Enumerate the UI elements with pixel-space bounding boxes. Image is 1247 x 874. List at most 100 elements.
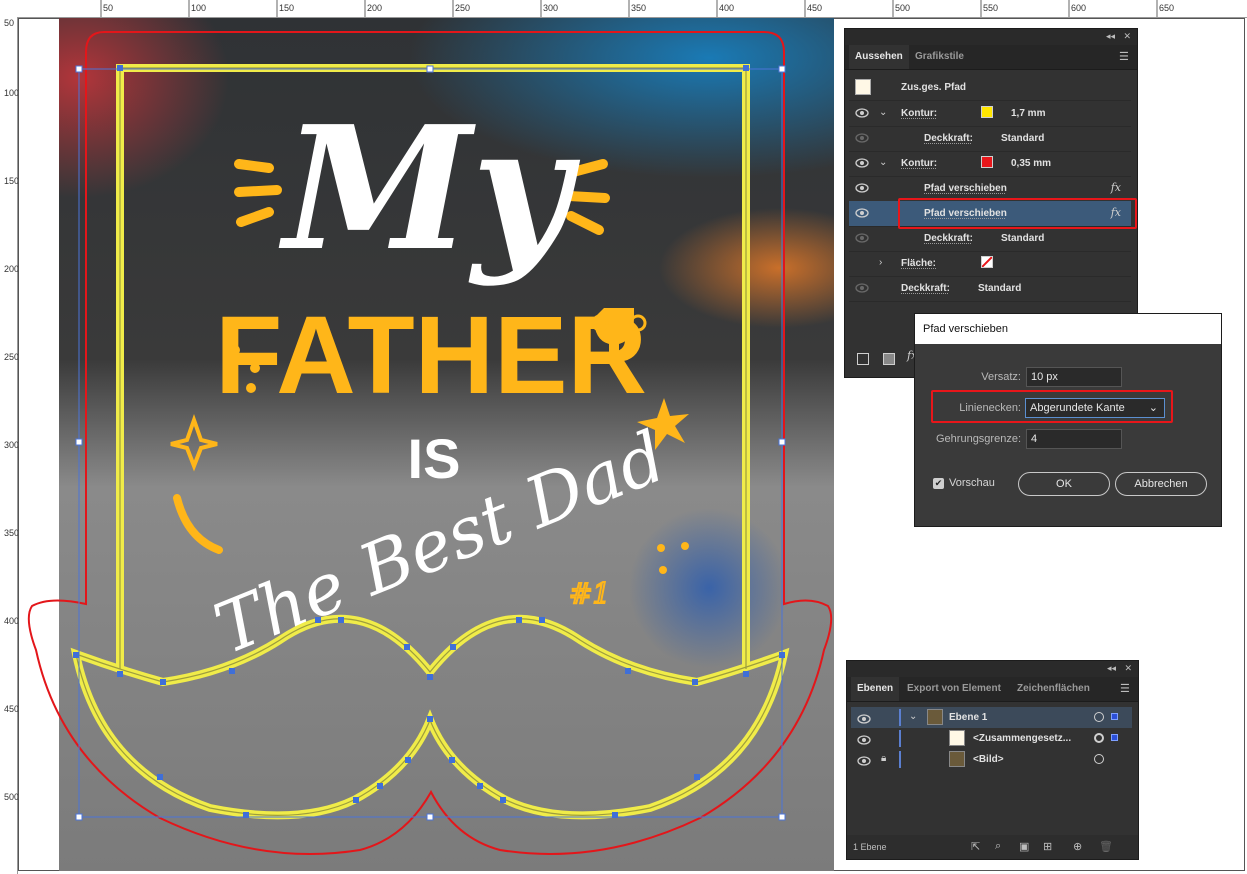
fill-none-swatch[interactable] xyxy=(981,256,993,268)
clip-mask-icon[interactable]: ▣ xyxy=(1019,840,1029,853)
layer-name[interactable]: <Zusammengesetz... xyxy=(973,733,1071,744)
panel-grip[interactable]: ◂◂ ✕ xyxy=(845,29,1137,45)
miter-input[interactable]: 4 xyxy=(1026,429,1122,449)
search-icon[interactable]: ⌕ xyxy=(995,840,1001,853)
horizontal-ruler[interactable]: 50 100 150 200 250 300 350 400 450 500 5… xyxy=(0,0,1247,18)
eye-icon[interactable] xyxy=(857,714,871,724)
appearance-row-stroke[interactable]: ⌄ Kontur: 0,35 mm xyxy=(849,151,1131,177)
swoosh-decoration xyxy=(173,494,223,554)
preview-label[interactable]: Vorschau xyxy=(949,477,995,489)
stroke-weight[interactable]: 1,7 mm xyxy=(1011,108,1045,119)
placed-image[interactable]: My FATHER IS The Best Dad #1 xyxy=(59,18,834,871)
object-thumbnail xyxy=(855,79,871,95)
ruler-label: 250 xyxy=(455,3,471,13)
ruler-label: 100 xyxy=(191,3,207,13)
layer-row[interactable]: ⌄ Ebene 1 xyxy=(851,707,1132,728)
chevron-right-icon[interactable]: › xyxy=(879,257,882,268)
close-icon[interactable]: ✕ xyxy=(1123,31,1131,42)
chevron-down-icon[interactable]: ⌄ xyxy=(879,157,887,168)
eye-icon[interactable] xyxy=(857,735,871,745)
panel-grip[interactable]: ◂◂ ✕ xyxy=(847,661,1138,677)
eye-icon[interactable] xyxy=(855,133,869,143)
chevron-down-icon[interactable]: ⌄ xyxy=(879,107,887,118)
ruler-label: 450 xyxy=(4,704,20,714)
ruler-label: 550 xyxy=(983,3,999,13)
stroke-swatch[interactable] xyxy=(981,156,993,168)
add-fill-icon[interactable] xyxy=(883,353,895,365)
fx-icon[interactable]: fx xyxy=(1111,181,1121,194)
ruler-label: 200 xyxy=(4,264,20,274)
new-sublayer-icon[interactable]: ⊞ xyxy=(1043,840,1052,853)
stroke-swatch[interactable] xyxy=(981,106,993,118)
appearance-row-opacity[interactable]: Deckkraft: Standard xyxy=(849,126,1131,152)
panel-menu-icon[interactable]: ☰ xyxy=(1120,682,1132,695)
effect-label[interactable]: Pfad verschieben xyxy=(924,183,1007,194)
opacity-value: Standard xyxy=(978,283,1022,294)
opacity-value: Standard xyxy=(1001,133,1045,144)
stroke-weight[interactable]: 0,35 mm xyxy=(1011,158,1051,169)
stroke-label[interactable]: Kontur: xyxy=(901,108,937,119)
selection-indicator[interactable] xyxy=(1111,734,1118,741)
fill-label[interactable]: Fläche: xyxy=(901,258,936,269)
appearance-object-row[interactable]: Zus.ges. Pfad xyxy=(849,75,1131,101)
object-label: Zus.ges. Pfad xyxy=(901,82,967,93)
number-one-badge: #1 xyxy=(569,577,610,610)
dialog-title[interactable]: Pfad verschieben xyxy=(915,314,1221,344)
sparkle-icon xyxy=(170,413,218,472)
highlight-box xyxy=(931,390,1173,423)
stroke-label[interactable]: Kontur: xyxy=(901,158,937,169)
appearance-row-fill[interactable]: › Fläche: xyxy=(849,251,1131,277)
offset-input[interactable]: 10 px xyxy=(1026,367,1122,387)
export-icon[interactable]: ⇱ xyxy=(971,840,980,853)
tab-aussehen[interactable]: Aussehen xyxy=(849,45,909,69)
eye-icon[interactable] xyxy=(857,756,871,766)
tab-zeichenflaechen[interactable]: Zeichenflächen xyxy=(1011,677,1096,701)
appearance-row-stroke[interactable]: ⌄ Kontur: 1,7 mm xyxy=(849,101,1131,127)
chevron-down-icon[interactable]: ⌄ xyxy=(909,711,917,722)
tab-export[interactable]: Export von Element xyxy=(901,677,1007,701)
object-thumbnail xyxy=(949,730,965,746)
tab-ebenen[interactable]: Ebenen xyxy=(851,677,900,701)
close-icon[interactable]: ✕ xyxy=(1124,663,1132,674)
opacity-label[interactable]: Deckkraft: xyxy=(924,133,973,144)
preview-checkbox[interactable]: ✔ xyxy=(933,478,944,489)
target-icon[interactable] xyxy=(1094,712,1104,722)
opacity-label[interactable]: Deckkraft: xyxy=(901,283,950,294)
vertical-ruler[interactable]: 50 100 150 200 250 300 350 400 450 500 xyxy=(0,17,20,874)
ruler-label: 300 xyxy=(543,3,559,13)
my-text: My xyxy=(279,89,581,289)
ruler-label: 50 xyxy=(4,18,15,28)
tab-grafikstile[interactable]: Grafikstile xyxy=(909,45,970,69)
new-layer-icon[interactable]: ⊕ xyxy=(1073,840,1082,853)
layer-name[interactable]: <Bild> xyxy=(973,754,1004,765)
eye-icon[interactable] xyxy=(855,108,869,118)
layer-row[interactable]: <Zusammengesetz... xyxy=(851,728,1132,749)
target-icon[interactable] xyxy=(1094,754,1104,764)
lock-icon[interactable]: 🔒︎ xyxy=(881,753,886,764)
layer-row[interactable]: 🔒︎ <Bild> xyxy=(851,749,1132,770)
trash-icon[interactable]: 🗑︎ xyxy=(1099,840,1113,853)
eye-icon[interactable] xyxy=(855,183,869,193)
opacity-label[interactable]: Deckkraft: xyxy=(924,233,973,244)
layer-name[interactable]: Ebene 1 xyxy=(949,712,987,723)
layer-color-bar xyxy=(899,730,901,747)
eye-icon[interactable] xyxy=(855,158,869,168)
eye-icon[interactable] xyxy=(855,233,869,243)
collapse-icon[interactable]: ◂◂ xyxy=(1106,31,1115,42)
panel-menu-icon[interactable]: ☰ xyxy=(1119,50,1131,63)
eye-icon[interactable] xyxy=(855,283,869,293)
layers-panel: ◂◂ ✕ Ebenen Export von Element Zeichenfl… xyxy=(846,660,1139,860)
eye-icon[interactable] xyxy=(855,208,869,218)
appearance-row-opacity[interactable]: Deckkraft: Standard xyxy=(849,276,1131,302)
ruler-label: 650 xyxy=(1159,3,1175,13)
target-icon[interactable] xyxy=(1094,733,1104,743)
ok-button[interactable]: OK xyxy=(1018,472,1110,496)
add-stroke-icon[interactable] xyxy=(857,353,869,365)
ruler-label: 300 xyxy=(4,440,20,450)
selection-indicator[interactable] xyxy=(1111,713,1118,720)
collapse-icon[interactable]: ◂◂ xyxy=(1107,663,1116,674)
appearance-row-opacity[interactable]: Deckkraft: Standard xyxy=(849,226,1131,252)
layers-footer: 1 Ebene ⇱ ⌕ ▣ ⊞ ⊕ 🗑︎ xyxy=(847,835,1138,859)
cancel-button[interactable]: Abbrechen xyxy=(1115,472,1207,496)
layer-color-bar xyxy=(899,751,901,768)
